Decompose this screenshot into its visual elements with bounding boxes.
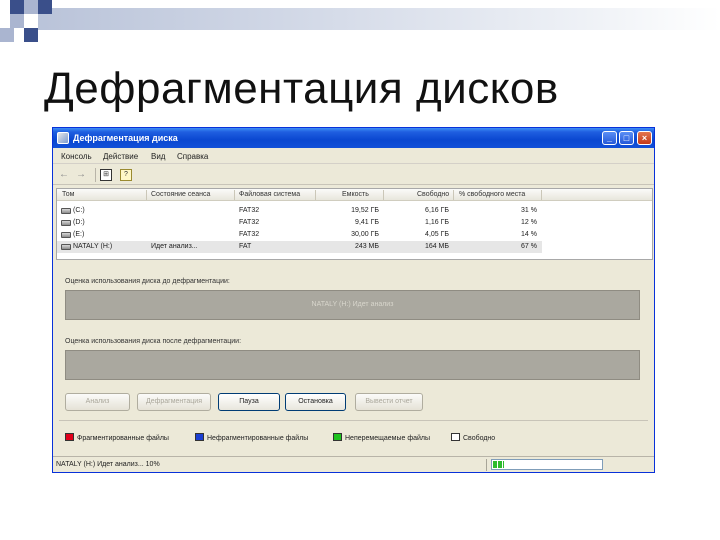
forward-arrow-icon[interactable]: → <box>75 169 87 181</box>
volume-free: 6,16 ГБ <box>425 207 449 214</box>
legend-swatch <box>65 433 74 441</box>
defrag-app-icon <box>57 132 69 144</box>
legend-label: Фрагментированные файлы <box>77 435 169 442</box>
stop-button[interactable]: Остановка <box>285 393 346 411</box>
decor-square <box>10 0 24 14</box>
legend-unmovable: Неперемещаемые файлы <box>333 433 430 442</box>
window-titlebar[interactable]: Дефрагментация диска _ □ × <box>53 128 654 148</box>
volume-percent-free: 14 % <box>521 231 537 238</box>
column-header-filesystem[interactable]: Файловая система <box>239 191 300 198</box>
properties-icon[interactable]: ? <box>120 169 132 181</box>
decor-square <box>0 28 14 42</box>
volume-status: Идет анализ... <box>151 243 198 250</box>
toolbar: ← → ⊞ ? <box>53 165 654 185</box>
defragment-button[interactable]: Дефрагментация <box>137 393 211 411</box>
volume-name: (C:) <box>73 207 85 214</box>
volume-percent-free: 67 % <box>521 243 537 250</box>
volume-row-d[interactable]: (D:) FAT32 9,41 ГБ 1,16 ГБ 12 % <box>57 217 542 229</box>
column-separator[interactable] <box>315 190 316 200</box>
volume-filesystem: FAT32 <box>239 207 260 214</box>
status-divider <box>486 459 487 471</box>
legend-contiguous: Нефрагментированные файлы <box>195 433 308 442</box>
volume-free: 1,16 ГБ <box>425 219 449 226</box>
volume-row-e[interactable]: (E:) FAT32 30,00 ГБ 4,05 ГБ 14 % <box>57 229 542 241</box>
volume-row-h-selected[interactable]: NATALY (H:) Идет анализ... FAT 243 МБ 16… <box>57 241 542 253</box>
column-header-volume[interactable]: Том <box>62 191 74 198</box>
column-separator[interactable] <box>146 190 147 200</box>
column-separator[interactable] <box>383 190 384 200</box>
hard-drive-icon <box>61 220 71 226</box>
before-defrag-display: NATALY (H:) Идет анализ <box>65 290 640 320</box>
menu-console[interactable]: Консоль <box>61 152 92 161</box>
volume-filesystem: FAT32 <box>239 219 260 226</box>
volume-percent-free: 31 % <box>521 207 537 214</box>
legend-free-space: Свободно <box>451 433 495 442</box>
volume-row-c[interactable]: (C:) FAT32 19,52 ГБ 6,16 ГБ 31 % <box>57 205 542 217</box>
legend-swatch <box>333 433 342 441</box>
legend-divider <box>59 420 648 421</box>
defrag-window: Дефрагментация диска _ □ × Консоль Дейст… <box>52 127 655 473</box>
status-text: NATALY (H:) Идет анализ... 10% <box>56 461 160 468</box>
volume-name: NATALY (H:) <box>73 243 113 250</box>
menu-view[interactable]: Вид <box>151 152 165 161</box>
volume-capacity: 243 МБ <box>354 243 379 250</box>
legend-label: Нефрагментированные файлы <box>207 435 309 442</box>
legend-swatch <box>195 433 204 441</box>
status-bar: NATALY (H:) Идет анализ... 10% <box>53 456 654 472</box>
volume-capacity: 30,00 ГБ <box>351 231 379 238</box>
decor-square <box>10 14 24 28</box>
column-header-capacity[interactable]: Емкость <box>342 191 369 198</box>
analysis-progress-bar <box>491 459 603 470</box>
analyze-button[interactable]: Анализ <box>65 393 130 411</box>
legend-fragmented: Фрагментированные файлы <box>65 433 169 442</box>
window-title: Дефрагментация диска <box>73 133 178 143</box>
menu-action[interactable]: Действие <box>103 152 138 161</box>
volume-list-header: Том Состояние сеанса Файловая система Ем… <box>57 189 652 201</box>
pause-button[interactable]: Пауза <box>218 393 280 411</box>
analysis-status-text: NATALY (H:) Идет анализ <box>311 301 394 308</box>
close-button[interactable]: × <box>637 131 652 145</box>
toolbar-separator <box>95 168 96 182</box>
minimize-button[interactable]: _ <box>602 131 617 145</box>
menu-bar: Консоль Действие Вид Справка <box>53 148 654 164</box>
maximize-button[interactable]: □ <box>619 131 634 145</box>
header-gradient-band <box>30 8 720 30</box>
back-arrow-icon[interactable]: ← <box>58 169 70 181</box>
show-hide-console-icon[interactable]: ⊞ <box>100 169 112 181</box>
menu-help[interactable]: Справка <box>177 152 208 161</box>
volume-capacity: 19,52 ГБ <box>351 207 379 214</box>
volume-name: (D:) <box>73 219 85 226</box>
before-defrag-label: Оценка использования диска до дефрагмент… <box>65 278 230 285</box>
legend-label: Свободно <box>463 435 496 442</box>
column-separator[interactable] <box>541 190 542 200</box>
slide-title: Дефрагментация дисков <box>44 64 559 113</box>
volume-free: 164 МБ <box>424 243 449 250</box>
column-header-free[interactable]: Свободно <box>417 191 449 198</box>
volume-free: 4,05 ГБ <box>425 231 449 238</box>
decor-square <box>24 28 38 42</box>
decor-square <box>24 14 38 28</box>
volume-percent-free: 12 % <box>521 219 537 226</box>
after-defrag-label: Оценка использования диска после дефрагм… <box>65 338 242 345</box>
hard-drive-icon <box>61 232 71 238</box>
volume-filesystem: FAT <box>239 243 252 250</box>
view-report-button[interactable]: Вывести отчет <box>355 393 423 411</box>
legend-swatch <box>451 433 460 441</box>
volume-filesystem: FAT32 <box>239 231 260 238</box>
decor-square <box>24 0 38 14</box>
column-header-status[interactable]: Состояние сеанса <box>151 191 210 198</box>
column-separator[interactable] <box>453 190 454 200</box>
column-header-percent-free[interactable]: % свободного места <box>459 191 525 198</box>
progress-fill <box>493 461 504 468</box>
volume-list: Том Состояние сеанса Файловая система Ем… <box>56 188 653 260</box>
after-defrag-display <box>65 350 640 380</box>
legend-label: Неперемещаемые файлы <box>345 435 431 442</box>
removable-drive-icon <box>61 244 71 250</box>
decor-square <box>38 0 52 14</box>
column-separator[interactable] <box>234 190 235 200</box>
volume-name: (E:) <box>73 231 85 238</box>
volume-capacity: 9,41 ГБ <box>355 219 379 226</box>
hard-drive-icon <box>61 208 71 214</box>
